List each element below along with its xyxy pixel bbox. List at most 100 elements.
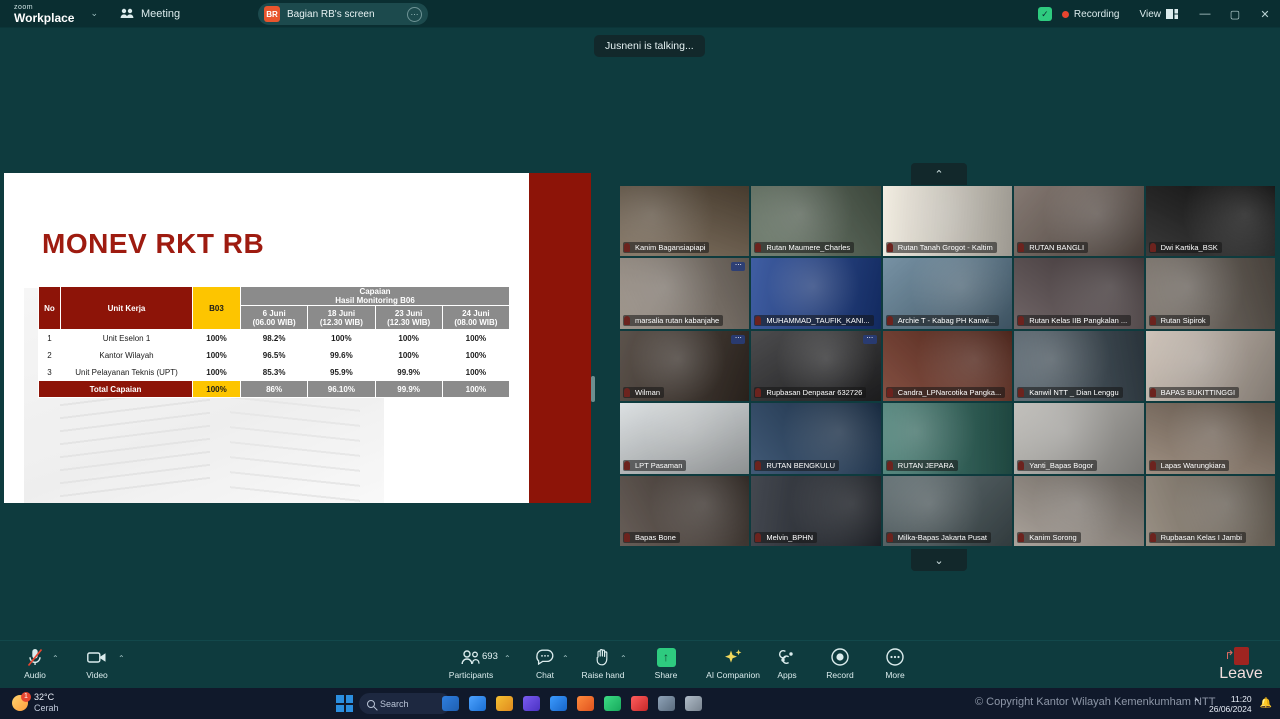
participant-tile[interactable]: Rutan Maumere_Charles xyxy=(751,186,881,257)
participant-tile[interactable]: RUTAN JEPARA xyxy=(882,403,1013,474)
cell-r1c0: 96.5% xyxy=(239,346,309,364)
table-row: 2 Kantor Wilayah 100% 96.5% 99.6% 100% 1… xyxy=(38,346,511,364)
layout-icon[interactable] xyxy=(1166,9,1178,19)
video-chevron-up-icon[interactable]: ⌃ xyxy=(118,654,125,663)
table-row: 3 Unit Pelayanan Teknis (UPT) 100% 85.3%… xyxy=(38,363,511,381)
close-button[interactable]: ✕ xyxy=(1250,8,1280,21)
participant-tile[interactable]: RUTAN BANGLI xyxy=(1014,186,1144,257)
meeting-tab[interactable]: Meeting xyxy=(120,8,180,20)
participant-tile[interactable]: MUHAMMAD_TAUFIK_KANI... xyxy=(751,258,881,329)
participant-tile[interactable]: BAPAS BUKITTINGGI xyxy=(1145,330,1275,402)
taskbar-clock[interactable]: 11:20 26/06/2024 xyxy=(1209,694,1252,714)
zoom-logo: zoom Workplace xyxy=(14,4,74,24)
tray-chevron-up-icon[interactable]: ⌃ xyxy=(1193,698,1201,709)
participant-tile[interactable]: Archie T - Kabag PH Kanwi... xyxy=(882,258,1013,329)
participant-tile[interactable]: Dwi Kartika_BSK xyxy=(1145,186,1275,257)
tile-more-options-icon[interactable]: ⋯ xyxy=(731,334,746,344)
participant-tile[interactable]: Yanti_Bapas Bogor xyxy=(1014,403,1144,474)
weather-badge: 1 xyxy=(21,692,31,702)
chat-button[interactable]: Chat xyxy=(518,647,572,680)
gallery-scroll-up-button[interactable]: ⌃ xyxy=(911,163,967,185)
participant-tile[interactable]: Rupbasan Kelas I Jambi xyxy=(1145,475,1275,546)
participant-name-label: MUHAMMAD_TAUFIK_KANI... xyxy=(754,314,874,326)
view-button-label[interactable]: View xyxy=(1140,9,1162,20)
monev-table: No Unit Kerja B03 Capaian Hasil Monitori… xyxy=(38,286,511,398)
participant-tile[interactable]: Rutan Tanah Grogot - Kaltim xyxy=(882,186,1013,257)
cell-r2c3: 100% xyxy=(441,363,511,381)
share-screen-button[interactable]: Share xyxy=(639,647,693,680)
participant-tile[interactable]: Kanim Sorong xyxy=(1014,475,1144,546)
taskbar-app-icon[interactable] xyxy=(469,696,486,711)
shared-screen-area[interactable]: MONEV RKT RB No Unit Kerja B03 Capaian H… xyxy=(4,173,591,503)
cell-r2c0: 85.3% xyxy=(239,363,309,381)
participant-tile[interactable]: ⋯ Rupbasan Denpasar 632726 xyxy=(751,330,881,402)
taskbar-app-icon[interactable] xyxy=(631,696,648,711)
taskbar-app-icon[interactable] xyxy=(523,696,540,711)
windows-start-icon[interactable] xyxy=(336,695,353,712)
participant-name-label: Kanim Bagansiapiapi xyxy=(623,242,710,254)
participant-tile[interactable]: Rutan Kelas IIB Pangkalan ... xyxy=(1014,258,1144,329)
participant-tile[interactable]: ⋯ Wilman xyxy=(620,330,750,402)
taskbar-app-icon[interactable] xyxy=(685,696,702,711)
participants-chevron-up-icon[interactable]: ⌃ xyxy=(504,654,511,663)
taskbar-weather-widget[interactable]: 1 32°C Cerah xyxy=(12,692,59,714)
raise-hand-chevron-up-icon[interactable]: ⌃ xyxy=(620,654,627,663)
more-button[interactable]: More xyxy=(868,647,922,680)
th-date-0-line1: 6 Juni xyxy=(262,308,286,318)
participant-tile[interactable]: Lapas Warungkiara xyxy=(1145,403,1275,474)
participant-tile[interactable]: Milka-Bapas Jakarta Pusat xyxy=(882,475,1013,546)
audio-chevron-up-icon[interactable]: ⌃ xyxy=(52,654,59,663)
search-placeholder: Search xyxy=(380,698,409,709)
zoom-brand-bottom: Workplace xyxy=(14,10,75,25)
notification-bell-icon[interactable]: 🔔 xyxy=(1260,698,1272,709)
title-bar: zoom Workplace ⌄ Meeting BR Bagian RB's … xyxy=(0,0,1280,28)
participant-tile[interactable]: RUTAN BENGKULU xyxy=(751,403,881,474)
participant-tile[interactable]: Rutan Sipirok xyxy=(1145,258,1275,329)
cell-r1c3: 100% xyxy=(441,346,511,364)
workspace-chevron-down-icon[interactable]: ⌄ xyxy=(90,8,98,19)
th-date-0: 6 Juni (06.00 WIB) xyxy=(239,305,309,330)
share-label: Share xyxy=(654,670,678,680)
audio-button[interactable]: Audio xyxy=(8,647,62,680)
taskbar-app-icon[interactable] xyxy=(442,696,459,711)
participant-tile[interactable]: Kanwil NTT _ Dian Lenggu xyxy=(1014,330,1144,402)
chat-chevron-up-icon[interactable]: ⌃ xyxy=(562,654,569,663)
taskbar-app-icon[interactable] xyxy=(604,696,621,711)
cell-r1c1: 99.6% xyxy=(307,346,376,364)
raise-hand-button[interactable]: Raise hand xyxy=(576,647,630,680)
participant-tile[interactable]: LPT Pasaman xyxy=(620,403,750,474)
record-button[interactable]: Record xyxy=(813,647,867,680)
th-capaian-line2: Hasil Monitoring B06 xyxy=(335,296,415,305)
table-header-row-1: No Unit Kerja B03 Capaian Hasil Monitori… xyxy=(38,286,510,330)
share-more-icon[interactable]: ⋯ xyxy=(407,6,422,22)
participants-count: 693 xyxy=(482,651,498,662)
apps-button[interactable]: Apps xyxy=(760,647,814,680)
participant-name-label: Rutan Sipirok xyxy=(1148,314,1210,326)
minimize-button[interactable]: — xyxy=(1190,8,1220,20)
leave-button[interactable]: Leave xyxy=(1214,647,1268,683)
cell-no-1: 2 xyxy=(38,346,61,364)
participant-tile[interactable]: Candra_LPNarcotika Pangka... xyxy=(882,330,1013,402)
participant-tile[interactable]: ⋯ marsalia rutan kabanjahe xyxy=(620,258,750,329)
taskbar-app-icon[interactable] xyxy=(658,696,675,711)
taskbar-app-icon[interactable] xyxy=(550,696,567,711)
participant-tile[interactable]: Bapas Bone xyxy=(620,475,750,546)
sun-icon: 1 xyxy=(12,692,31,711)
participant-tile[interactable]: Melvin_BPHN xyxy=(751,475,881,546)
weather-description: Cerah xyxy=(34,703,59,713)
screen-share-indicator[interactable]: BR Bagian RB's screen ⋯ xyxy=(258,3,428,25)
share-resize-handle[interactable] xyxy=(591,376,595,402)
tile-more-options-icon[interactable]: ⋯ xyxy=(862,334,877,344)
table-row: 1 Unit Eselon 1 100% 98.2% 100% 100% 100… xyxy=(38,329,511,347)
security-shield-icon[interactable] xyxy=(1037,7,1052,21)
tile-more-options-icon[interactable]: ⋯ xyxy=(731,262,746,272)
gallery-scroll-down-button[interactable]: ⌄ xyxy=(911,549,967,571)
participant-tile[interactable]: Kanim Bagansiapiapi xyxy=(620,186,750,257)
taskbar-app-icon[interactable] xyxy=(577,696,594,711)
search-input[interactable]: Search xyxy=(359,693,451,714)
taskbar-app-icon[interactable] xyxy=(496,696,513,711)
people-icon xyxy=(461,647,481,667)
ai-companion-button[interactable]: AI Companion xyxy=(702,647,764,680)
maximize-button[interactable]: ▢ xyxy=(1220,8,1250,21)
video-button[interactable]: Video xyxy=(70,647,124,680)
